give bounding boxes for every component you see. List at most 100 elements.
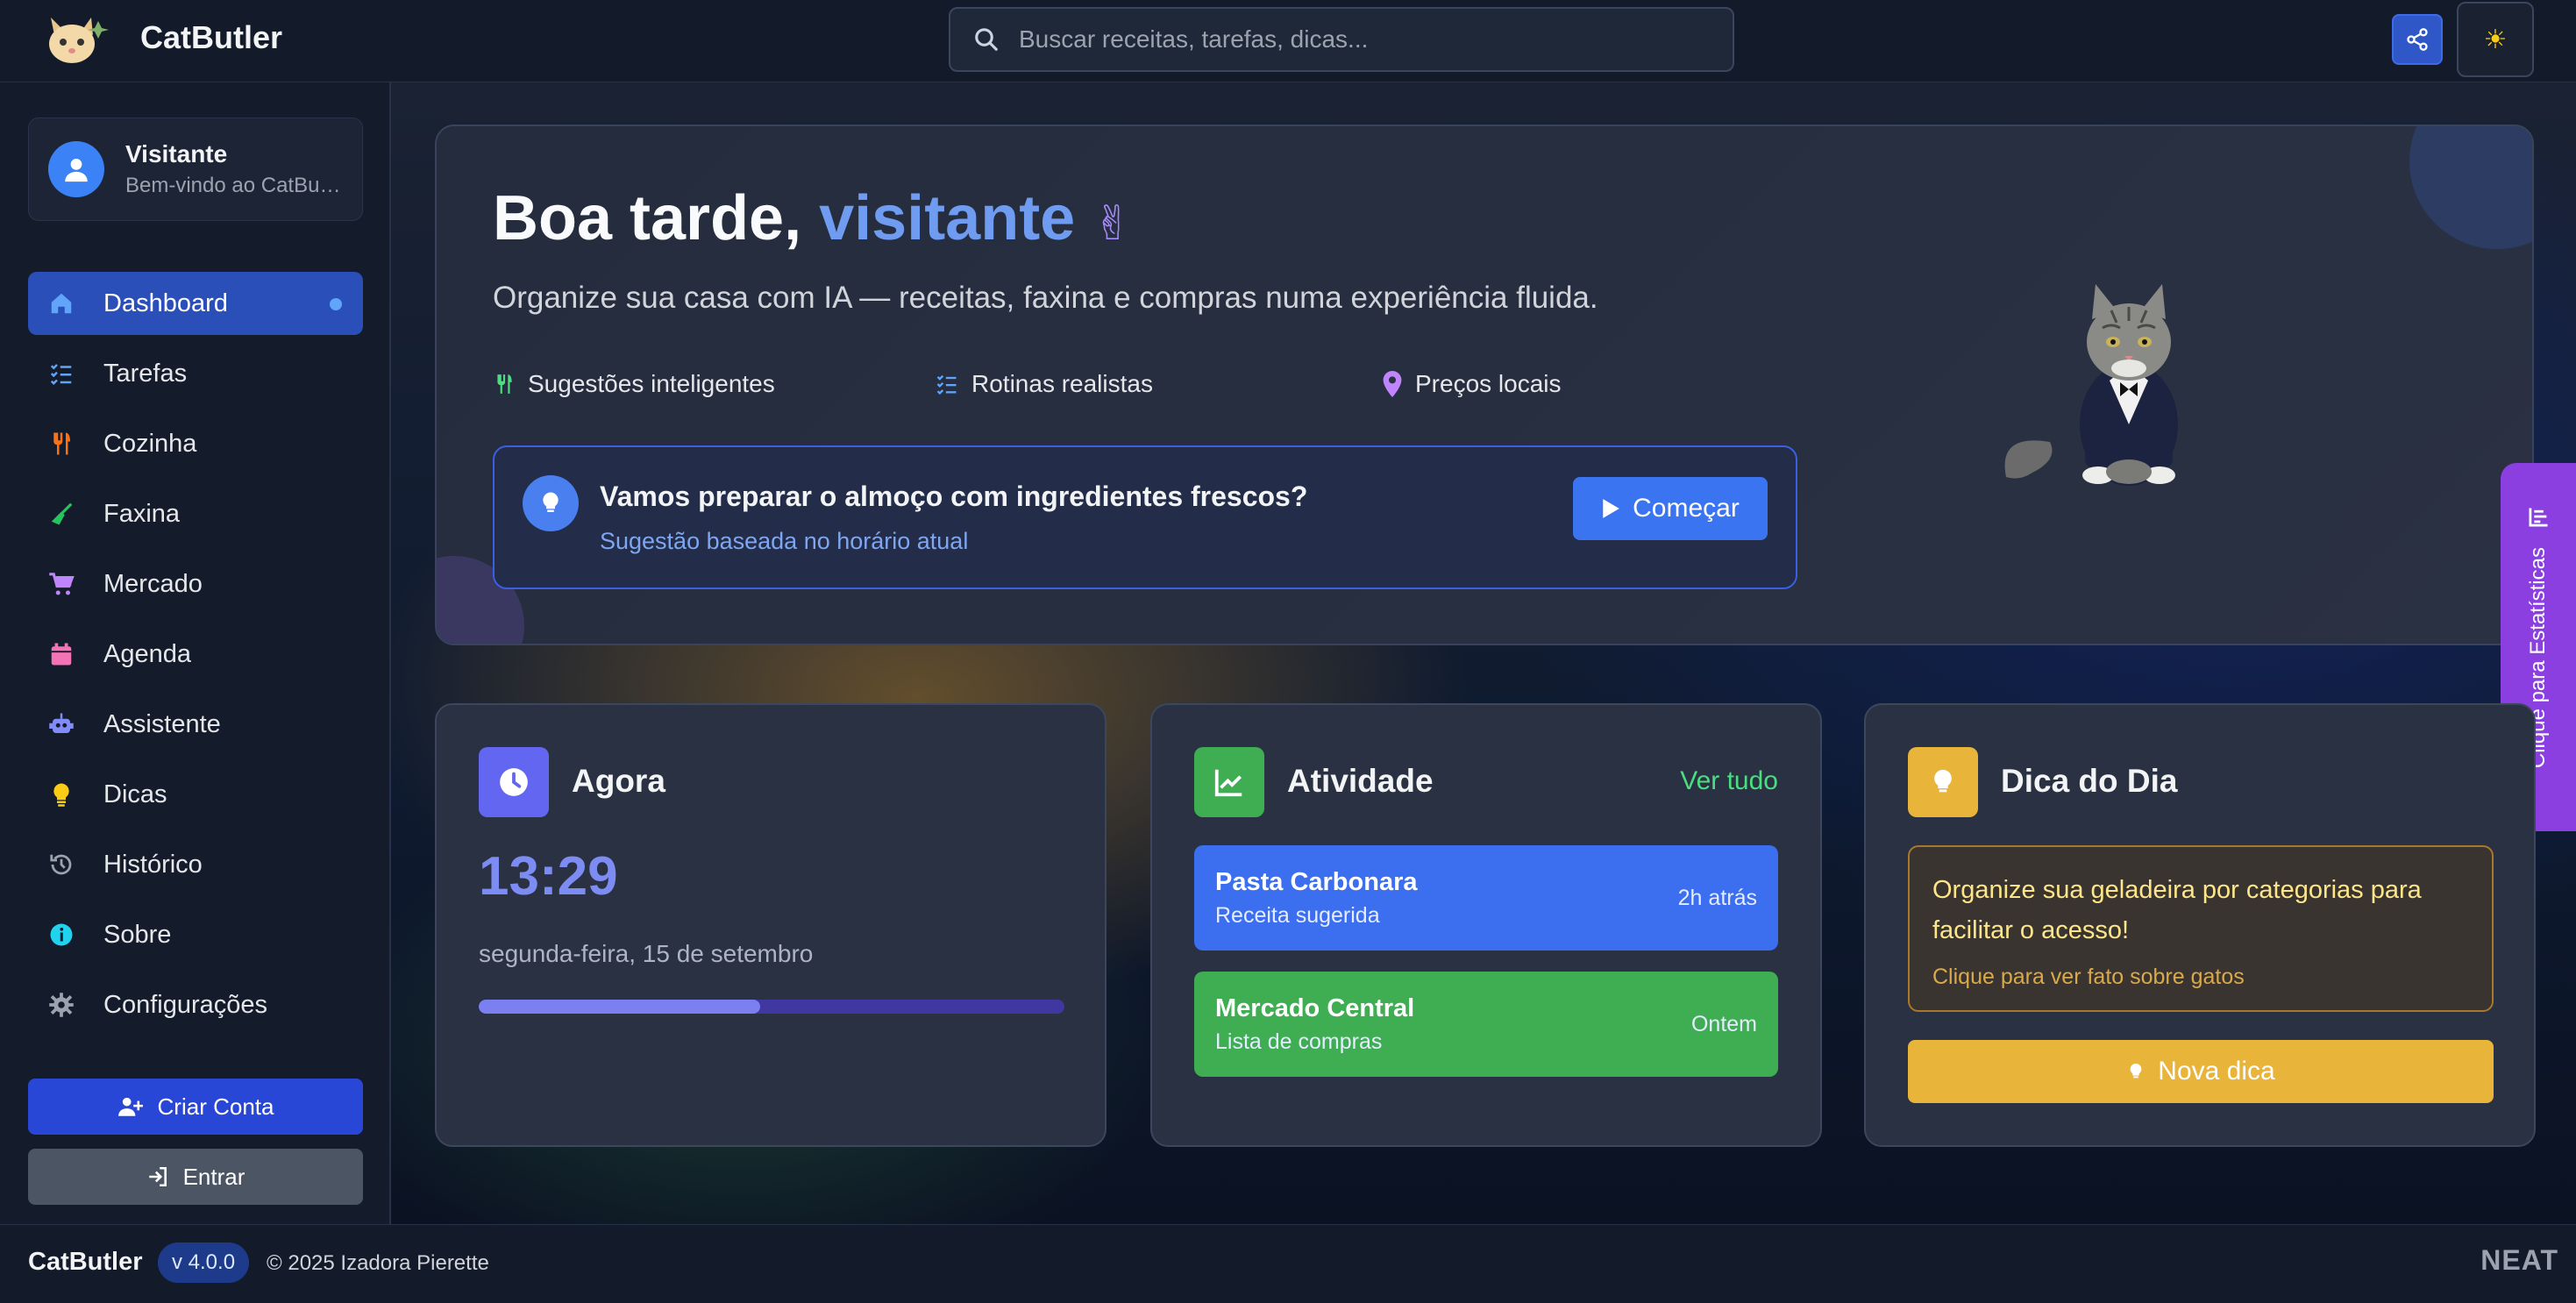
feature-smart-suggestions: Sugestões inteligentes: [493, 370, 775, 398]
current-date: segunda-feira, 15 de setembro: [479, 940, 814, 967]
footer: CatButler v 4.0.0 © 2025 Izadora Pierett…: [0, 1224, 2576, 1303]
sidebar-item-label: Dicas: [103, 780, 167, 808]
sidebar-item-label: Sobre: [103, 920, 172, 949]
feature-local-prices: Preços locais: [1382, 370, 1562, 398]
clock-icon: [479, 747, 549, 817]
sidebar-item-sobre[interactable]: Sobre: [28, 903, 363, 966]
greeting-text: Boa tarde,: [493, 183, 820, 253]
sidebar-item-label: Histórico: [103, 850, 203, 879]
sign-in-icon: [146, 1165, 169, 1188]
tip-card: Dica do Dia Organize sua geladeira por c…: [1864, 703, 2536, 1147]
line-chart-icon: [1194, 747, 1264, 817]
active-indicator: [330, 298, 342, 310]
activity-item[interactable]: Mercado Central Lista de compras Ontem: [1194, 972, 1778, 1077]
now-card: Agora 13:29 segunda-feira, 15 de setembr…: [435, 703, 1107, 1147]
sidebar-item-agenda[interactable]: Agenda: [28, 623, 363, 686]
share-button[interactable]: [2392, 14, 2443, 65]
suggestion-subtitle: Sugestão baseada no horário atual: [600, 528, 969, 554]
sidebar-item-cozinha[interactable]: Cozinha: [28, 412, 363, 475]
activity-title: Mercado Central: [1215, 994, 1415, 1022]
start-label: Começar: [1633, 494, 1740, 523]
sidebar-item-label: Cozinha: [103, 429, 197, 458]
activity-card: Atividade Ver tudo Pasta Carbonara Recei…: [1150, 703, 1822, 1147]
sidebar-item-tarefas[interactable]: Tarefas: [28, 342, 363, 405]
sidebar-item-label: Dashboard: [103, 288, 228, 317]
sidebar-item-dicas[interactable]: Dicas: [28, 763, 363, 826]
greeting-heading: Boa tarde, visitante ✌: [493, 182, 1132, 254]
sidebar: Visitante Bem-vindo ao CatButler Dashboa…: [0, 82, 391, 1224]
robot-icon: [47, 710, 75, 738]
greeting-name: visitante: [819, 183, 1076, 253]
sidebar-item-mercado[interactable]: Mercado: [28, 552, 363, 616]
activity-item[interactable]: Pasta Carbonara Receita sugerida 2h atrá…: [1194, 845, 1778, 951]
version-badge: v 4.0.0: [158, 1242, 250, 1283]
activity-time: 2h atrás: [1677, 886, 1757, 910]
calendar-icon: [47, 640, 75, 668]
current-time: 13:29: [479, 846, 618, 907]
tip-card-title: Dica do Dia: [2001, 763, 2178, 799]
user-plus-icon: [117, 1095, 144, 1118]
day-progress-fill: [479, 1000, 760, 1014]
sidebar-item-label: Faxina: [103, 499, 181, 528]
now-card-title: Agora: [572, 763, 665, 799]
gear-icon: [47, 991, 75, 1019]
new-tip-button[interactable]: Nova dica: [1908, 1040, 2494, 1103]
search-input[interactable]: [1019, 25, 1703, 53]
user-name: Visitante: [125, 140, 228, 167]
tip-text: Organize sua geladeira por categorias pa…: [1932, 876, 2422, 944]
user-icon: [65, 158, 88, 182]
cat-in-tuxedo-image: [2004, 284, 2178, 486]
feature-label: Sugestões inteligentes: [528, 370, 775, 397]
copyright-text: © 2025 Izadora Pierette: [267, 1251, 489, 1275]
sidebar-item-label: Mercado: [103, 569, 203, 598]
create-account-label: Criar Conta: [157, 1093, 274, 1120]
sidebar-item-historico[interactable]: Histórico: [28, 833, 363, 896]
start-button[interactable]: Começar: [1573, 477, 1768, 540]
login-label: Entrar: [182, 1163, 246, 1190]
cat-logo-icon[interactable]: [42, 9, 112, 72]
suggestion-title: Vamos preparar o almoço com ingredientes…: [600, 481, 1308, 512]
hero-card: Boa tarde, visitante ✌ Organize sua casa…: [435, 125, 2534, 645]
activity-subtitle: Lista de compras: [1215, 1029, 1383, 1054]
utensils-icon: [47, 430, 75, 458]
lightbulb-icon: [523, 475, 579, 531]
login-button[interactable]: Entrar: [28, 1149, 363, 1205]
cart-icon: [47, 570, 75, 598]
share-icon: [2407, 28, 2428, 51]
broom-icon: [47, 500, 75, 528]
feature-label: Preços locais: [1415, 370, 1562, 397]
decor-circle: [2409, 126, 2532, 249]
create-account-button[interactable]: Criar Conta: [28, 1079, 363, 1135]
see-all-link[interactable]: Ver tudo: [1680, 766, 1778, 796]
tip-hint: Clique para ver fato sobre gatos: [1932, 965, 2245, 989]
neat-badge: NEAT: [2480, 1244, 2558, 1276]
list-check-icon: [47, 360, 75, 388]
activity-time: Ontem: [1690, 1012, 1757, 1036]
suggestion-banner[interactable]: Vamos preparar o almoço com ingredientes…: [493, 445, 1797, 589]
activity-card-title: Atividade: [1287, 763, 1434, 799]
search-bar[interactable]: [949, 7, 1734, 72]
map-pin-icon: [1382, 371, 1403, 397]
sidebar-item-configuracoes[interactable]: Configurações: [28, 973, 363, 1036]
sidebar-item-label: Tarefas: [103, 359, 188, 388]
activity-subtitle: Receita sugerida: [1215, 903, 1380, 928]
utensils-icon: [493, 372, 516, 396]
sidebar-item-assistente[interactable]: Assistente: [28, 693, 363, 756]
theme-toggle-button[interactable]: ☀: [2457, 2, 2534, 77]
tip-box[interactable]: Organize sua geladeira por categorias pa…: [1908, 845, 2494, 1012]
new-tip-label: Nova dica: [2158, 1057, 2275, 1086]
user-card[interactable]: Visitante Bem-vindo ao CatButler: [28, 117, 363, 221]
history-icon: [47, 851, 75, 879]
search-icon: [975, 28, 998, 51]
app-title: CatButler: [140, 19, 283, 55]
footer-brand: CatButler: [28, 1248, 143, 1276]
sidebar-item-faxina[interactable]: Faxina: [28, 482, 363, 545]
sidebar-item-label: Assistente: [103, 709, 221, 738]
hero-subtitle: Organize sua casa com IA — receitas, fax…: [493, 281, 1598, 315]
feature-label: Rotinas realistas: [971, 370, 1153, 397]
avatar: [48, 141, 104, 197]
day-progress-bar: [479, 1000, 1064, 1014]
sidebar-item-dashboard[interactable]: Dashboard: [28, 272, 363, 335]
sidebar-nav: Dashboard Tarefas Cozinha Faxina Mercado…: [28, 272, 363, 1043]
lightbulb-icon: [2126, 1059, 2145, 1084]
